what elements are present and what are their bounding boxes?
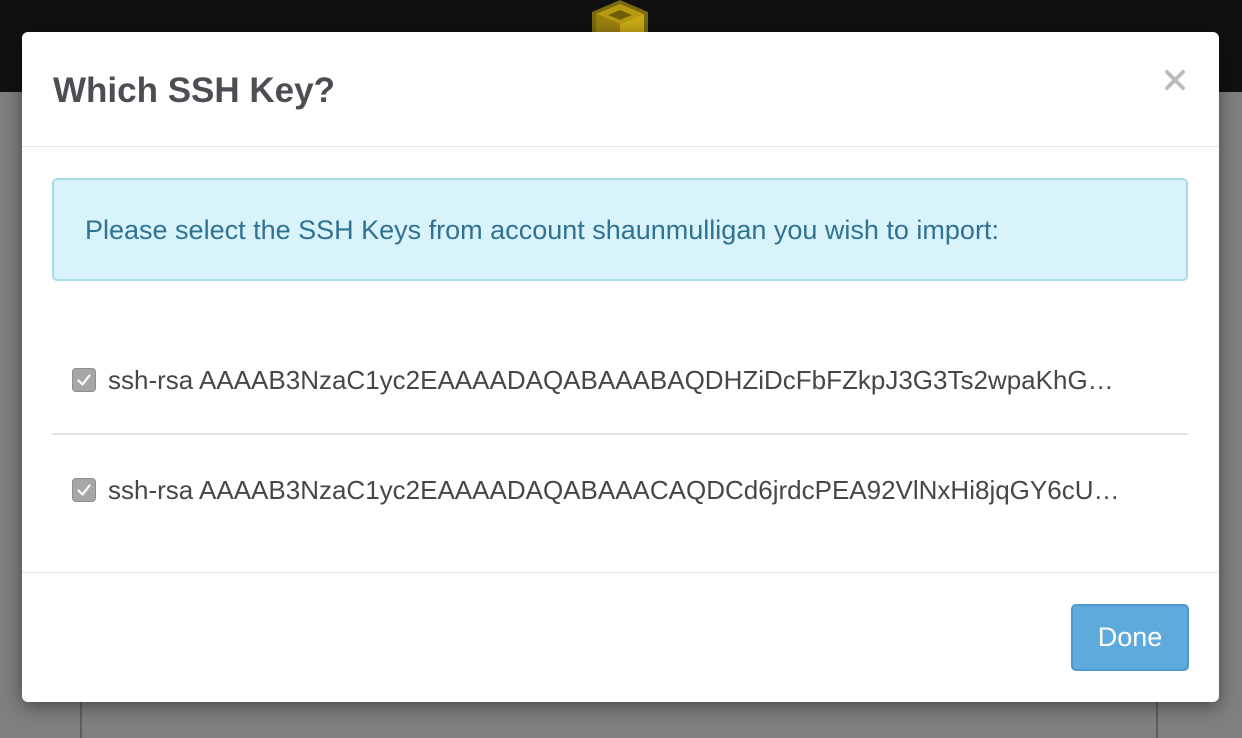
ssh-key-modal: Which SSH Key? Please select the SSH Key… — [22, 32, 1219, 702]
modal-body: Please select the SSH Keys from account … — [22, 147, 1219, 573]
cube-logo-icon — [592, 0, 648, 34]
info-alert: Please select the SSH Keys from account … — [52, 178, 1188, 281]
modal-title: Which SSH Key? — [53, 71, 335, 110]
ssh-key-label[interactable]: ssh-rsa AAAAB3NzaC1yc2EAAAADAQABAAACAQDC… — [108, 474, 1164, 506]
ssh-key-row[interactable]: ssh-rsa AAAAB3NzaC1yc2EAAAADAQABAAABAQDH… — [52, 355, 1188, 405]
close-icon — [1165, 70, 1185, 90]
modal-footer: Done — [22, 573, 1219, 702]
ssh-key-label[interactable]: ssh-rsa AAAAB3NzaC1yc2EAAAADAQABAAABAQDH… — [108, 364, 1164, 396]
checkmark-icon — [77, 484, 91, 496]
ssh-key-row[interactable]: ssh-rsa AAAAB3NzaC1yc2EAAAADAQABAAACAQDC… — [52, 465, 1188, 515]
done-button[interactable]: Done — [1071, 604, 1189, 671]
modal-header: Which SSH Key? — [22, 32, 1219, 147]
checkmark-icon — [77, 374, 91, 386]
ssh-key-checkbox[interactable] — [72, 478, 96, 502]
info-alert-message: Please select the SSH Keys from account … — [85, 215, 999, 245]
ssh-key-checkbox[interactable] — [72, 368, 96, 392]
divider — [52, 433, 1188, 435]
close-button[interactable] — [1161, 66, 1189, 94]
